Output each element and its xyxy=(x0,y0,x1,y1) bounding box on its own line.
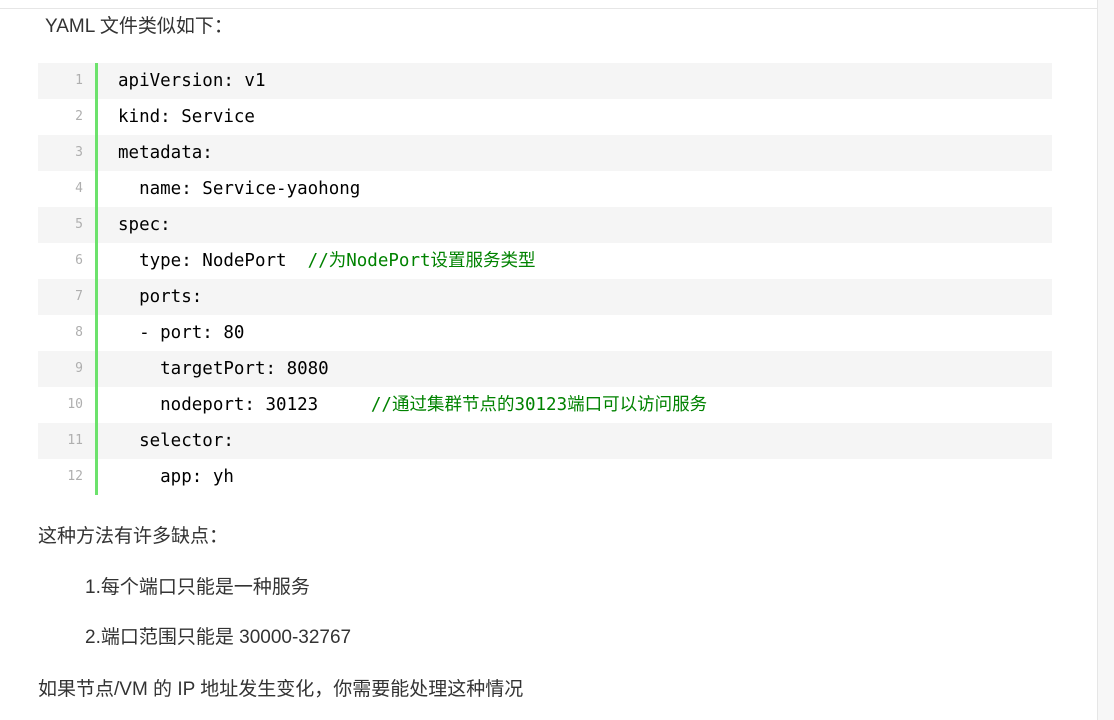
line-number: 6 xyxy=(75,253,83,268)
code-content: kind: Service xyxy=(95,99,1052,135)
code-text: metadata: xyxy=(118,143,213,163)
code-text: type: NodePort xyxy=(118,251,308,271)
line-number: 4 xyxy=(75,181,83,196)
code-line: 1 apiVersion: v1 xyxy=(38,63,1052,99)
content-top-border xyxy=(0,8,1097,9)
code-content: app: yh xyxy=(95,459,1052,495)
code-text: - port: 80 xyxy=(118,323,245,343)
code-block: 1 apiVersion: v1 2 kind: Service 3 metad… xyxy=(38,63,1052,495)
line-number: 1 xyxy=(75,73,83,88)
code-comment: //为NodePort设置服务类型 xyxy=(307,251,536,271)
article-page: YAML 文件类似如下： 1 apiVersion: v1 2 kind: Se… xyxy=(0,0,1114,720)
line-number: 3 xyxy=(75,145,83,160)
code-content: type: NodePort //为NodePort设置服务类型 xyxy=(95,243,1052,279)
line-number: 5 xyxy=(75,217,83,232)
code-line: 12 app: yh xyxy=(38,459,1052,495)
code-line: 5 spec: xyxy=(38,207,1052,243)
drawbacks-heading: 这种方法有许多缺点： xyxy=(38,526,229,547)
code-content: name: Service-yaohong xyxy=(95,171,1052,207)
code-text: nodeport: 30123 xyxy=(118,395,371,415)
code-text: kind: Service xyxy=(118,107,255,127)
drawback-item: 2.端口范围只能是 30000-32767 xyxy=(85,627,352,648)
code-content: - port: 80 xyxy=(95,315,1052,351)
line-number: 7 xyxy=(75,289,83,304)
code-line: 10 nodeport: 30123 //通过集群节点的30123端口可以访问服… xyxy=(38,387,1052,423)
code-text: spec: xyxy=(118,215,171,235)
code-text: selector: xyxy=(118,431,234,451)
code-content: targetPort: 8080 xyxy=(95,351,1052,387)
code-content: spec: xyxy=(95,207,1052,243)
code-content: ports: xyxy=(95,279,1052,315)
closing-text: 如果节点/VM 的 IP 地址发生变化，你需要能处理这种情况 xyxy=(38,679,524,700)
code-comment: //通过集群节点的30123端口可以访问服务 xyxy=(370,395,708,415)
scrollbar-track[interactable] xyxy=(1097,0,1114,720)
line-number: 10 xyxy=(67,397,83,412)
code-text: targetPort: 8080 xyxy=(118,359,329,379)
line-number: 11 xyxy=(67,433,83,448)
code-line: 6 type: NodePort //为NodePort设置服务类型 xyxy=(38,243,1052,279)
code-content: selector: xyxy=(95,423,1052,459)
code-line: 7 ports: xyxy=(38,279,1052,315)
code-text: name: Service-yaohong xyxy=(118,179,361,199)
line-number: 9 xyxy=(75,361,83,376)
drawback-item: 1.每个端口只能是一种服务 xyxy=(85,577,310,598)
intro-text: YAML 文件类似如下： xyxy=(45,16,233,37)
code-text: ports: xyxy=(118,287,203,307)
code-content: apiVersion: v1 xyxy=(95,63,1052,99)
code-line: 3 metadata: xyxy=(38,135,1052,171)
code-content: nodeport: 30123 //通过集群节点的30123端口可以访问服务 xyxy=(95,387,1052,423)
line-number: 12 xyxy=(67,469,83,484)
line-number: 8 xyxy=(75,325,83,340)
code-line: 8 - port: 80 xyxy=(38,315,1052,351)
code-content: metadata: xyxy=(95,135,1052,171)
code-line: 9 targetPort: 8080 xyxy=(38,351,1052,387)
line-number: 2 xyxy=(75,109,83,124)
code-text: apiVersion: v1 xyxy=(118,71,266,91)
code-line: 11 selector: xyxy=(38,423,1052,459)
code-line: 4 name: Service-yaohong xyxy=(38,171,1052,207)
code-line: 2 kind: Service xyxy=(38,99,1052,135)
code-text: app: yh xyxy=(118,467,234,487)
